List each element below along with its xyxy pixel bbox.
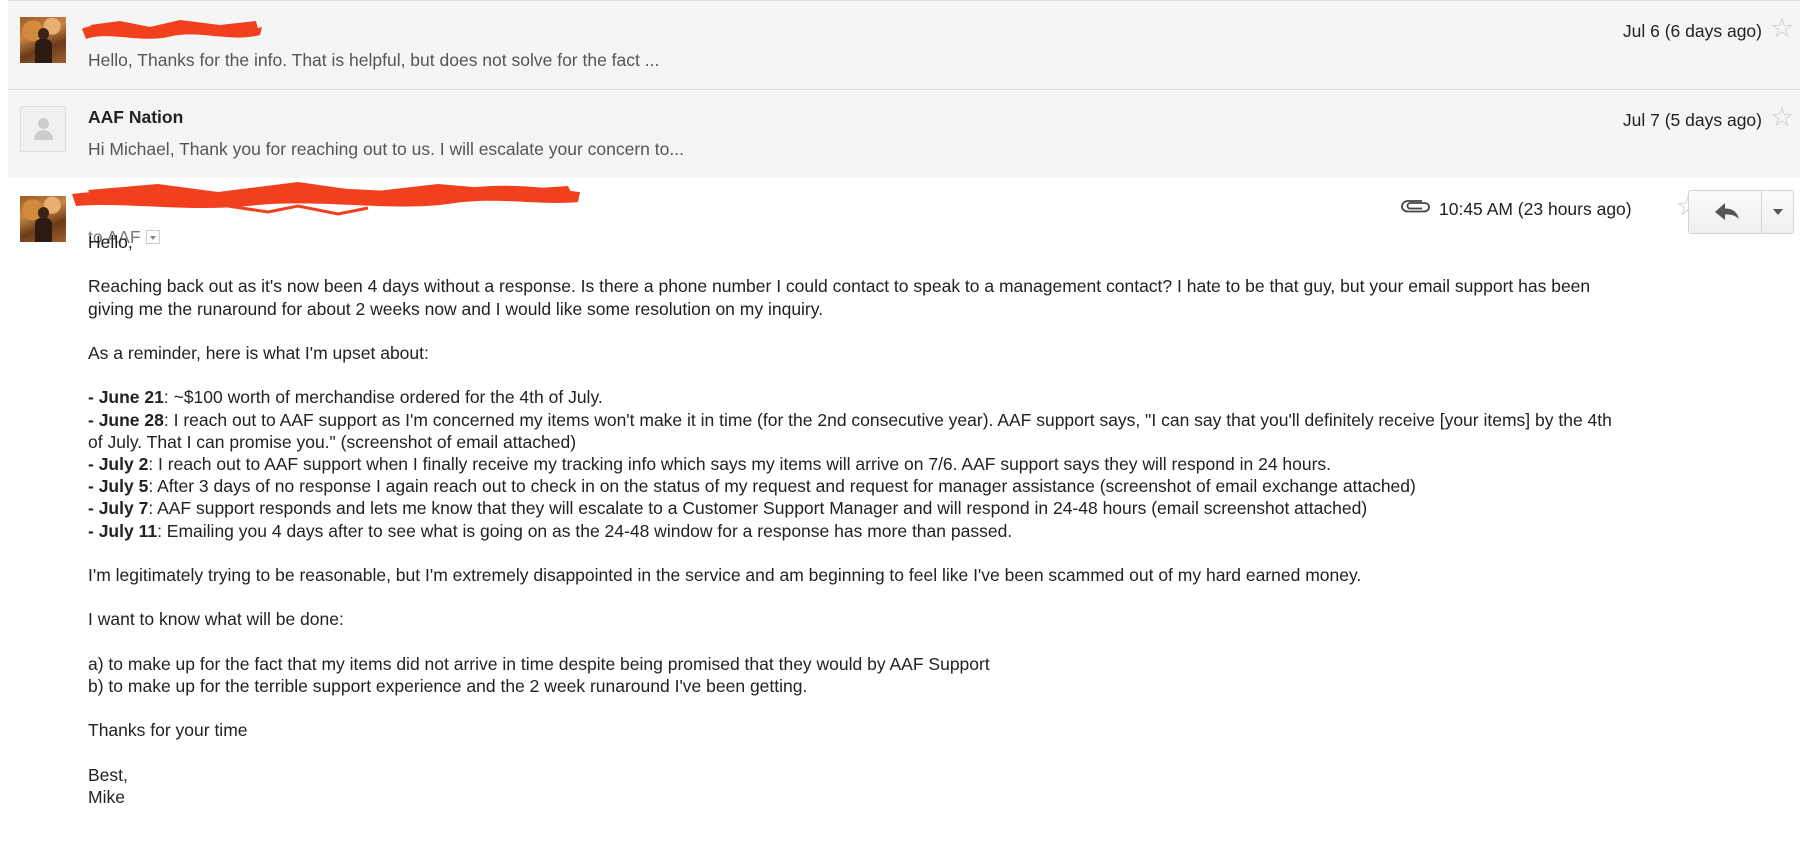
timeline-item: - June 21: ~$100 worth of merchandise or… [88,387,603,408]
signature-block: Best, Mike [88,764,128,807]
message-body: Hello, Reaching back out as it's now bee… [88,231,1788,830]
collapsed-message[interactable]: AAF Nation Hi Michael, Thank you for rea… [8,89,1800,179]
chevron-down-icon [1773,209,1783,215]
redacted-sender-scribble [82,20,262,39]
message-date: Jul 7 (5 days ago) [1622,110,1762,130]
timeline-item: - July 7: AAF support responds and lets … [88,498,1368,519]
expanded-message: to AAF 10:45 AM (23 hours ago) ☆ Hello, … [8,178,1800,859]
greeting: Hello, [88,232,133,252]
collapsed-message[interactable]: Hello, Thanks for the info. That is help… [8,0,1800,90]
body-paragraph: I'm legitimately trying to be reasonable… [88,564,1362,585]
body-paragraph: As a reminder, here is what I'm upset ab… [88,342,429,363]
body-paragraph: Reaching back out as it's now been 4 day… [88,276,1591,319]
star-outline-icon[interactable]: ☆ [1768,14,1796,42]
sender-avatar [20,17,66,63]
message-date: Jul 6 (6 days ago) [1622,21,1762,41]
timeline-list: - June 21: ~$100 worth of merchandise or… [88,386,1788,541]
redacted-sender-scribble [72,182,580,216]
reply-icon [1715,203,1739,220]
paperclip-icon [1401,200,1430,213]
timeline-item: - July 11: Emailing you 4 days after to … [88,520,1013,541]
sender-avatar [20,196,66,242]
body-paragraph: Thanks for your time [88,720,248,741]
timeline-item: - July 2: I reach out to AAF support whe… [88,453,1332,474]
body-paragraph: I want to know what will be done: [88,609,344,630]
more-actions-button[interactable] [1762,191,1793,233]
default-person-icon [20,106,66,152]
request-list: a) to make up for the fact that my items… [88,653,990,696]
message-snippet: Hi Michael, Thank you for reaching out t… [88,139,684,159]
star-outline-icon[interactable]: ☆ [1768,103,1796,131]
sender-name: AAF Nation [88,107,184,127]
message-snippet: Hello, Thanks for the info. That is help… [88,50,660,70]
email-thread: Hello, Thanks for the info. That is help… [8,0,1800,859]
timeline-item: - June 28: I reach out to AAF support as… [88,409,1612,430]
reply-button[interactable] [1689,191,1762,233]
message-time: 10:45 AM (23 hours ago) [1439,199,1632,219]
reply-button-group [1688,190,1794,234]
timeline-item: - July 5: After 3 days of no response I … [88,476,1416,497]
timeline-item-continued: of July. That I can promise you." (scree… [88,431,577,452]
